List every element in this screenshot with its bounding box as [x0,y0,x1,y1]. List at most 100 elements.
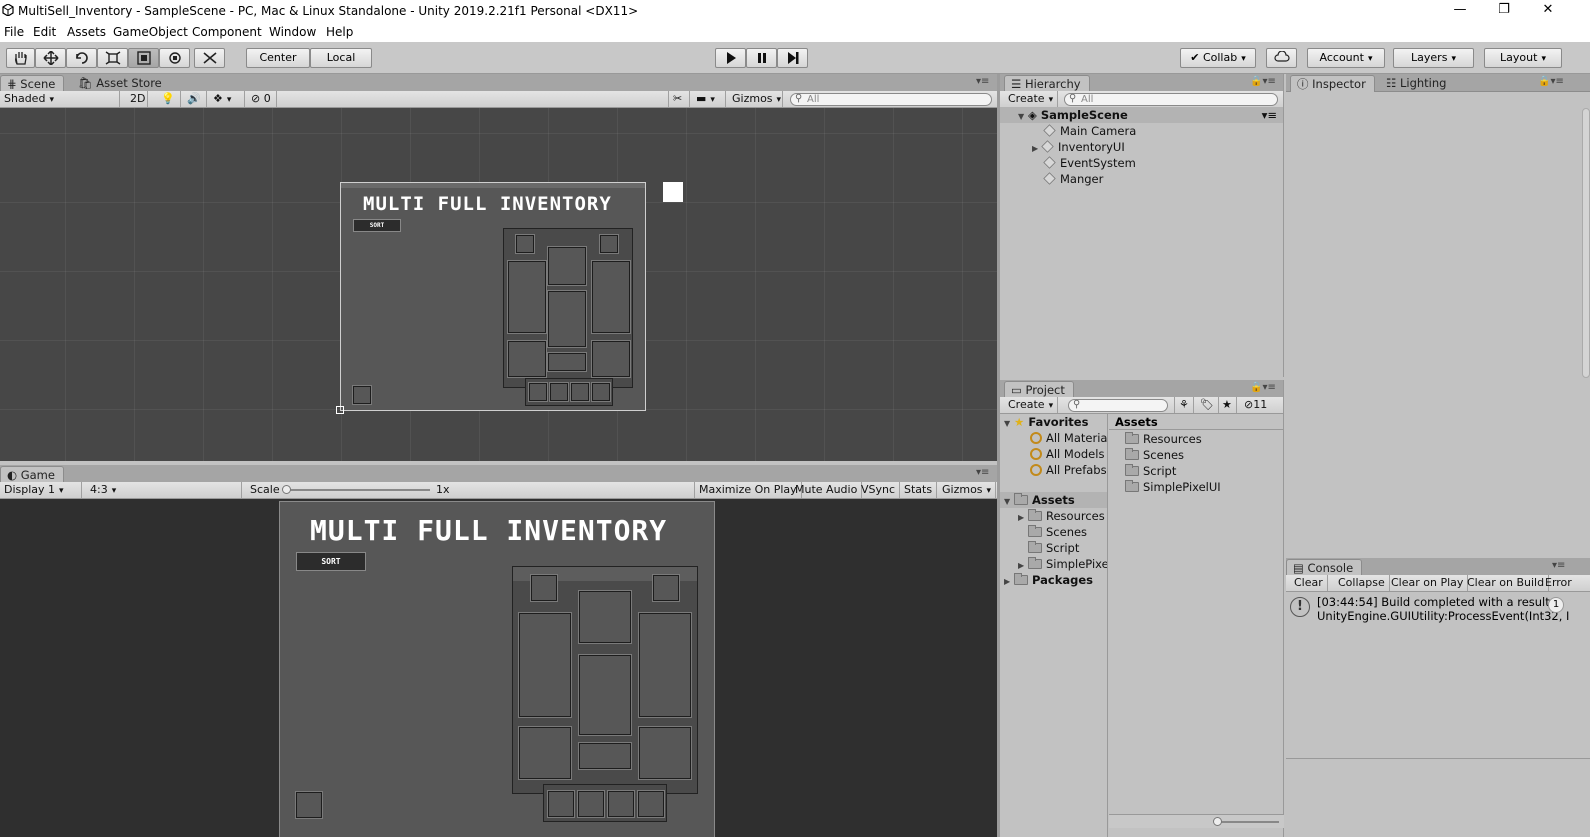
audio-toggle-icon[interactable]: 🔊 [183,91,207,107]
game-inventory-canvas[interactable]: MULTI FULL INVENTORY SORT [279,501,715,837]
console-log-entry[interactable]: ! [03:44:54] Build completed with a resu… [1286,593,1590,625]
toggle-2d-button[interactable]: 2D [126,91,148,107]
account-dropdown[interactable]: Account [1307,48,1385,68]
scene-search-input[interactable]: All [790,93,992,106]
scene-menu-icon[interactable]: ▾≡ [1262,107,1277,123]
asset-folder-row[interactable]: ▶ Resources [1000,508,1107,524]
equip-slot[interactable] [507,340,547,378]
equip-slot[interactable] [578,742,632,770]
favorite-item[interactable]: All Prefabs [1000,462,1107,478]
menu-assets[interactable]: Assets [67,25,106,39]
tab-project[interactable]: ▭ Project [1004,381,1074,398]
panel-menu-icon[interactable]: ▾≡ [976,76,989,87]
equip-slot[interactable] [547,352,587,372]
equip-slot[interactable] [638,726,692,780]
scale-tool-button[interactable] [97,48,128,68]
hierarchy-item[interactable]: EventSystem [1000,155,1283,171]
icon-size-slider-thumb[interactable] [1213,817,1222,826]
icon-size-slider-track[interactable] [1217,821,1279,823]
pause-button[interactable] [746,48,777,68]
favorites-row[interactable]: ▼ ★ Favorites [1000,414,1107,430]
transform-tool-button[interactable] [159,48,190,68]
quick-slot[interactable] [637,790,665,818]
game-corner-slot[interactable] [295,791,323,819]
console-detail-divider[interactable] [1286,758,1590,759]
custom-tool-button[interactable] [194,48,225,68]
equip-slot[interactable] [638,612,692,718]
menu-help[interactable]: Help [326,25,353,39]
scene-sort-button[interactable]: SORT [353,219,401,232]
mute-audio-toggle[interactable]: Mute Audio [791,482,863,498]
maximize-on-play-toggle[interactable]: Maximize On Play [694,482,802,498]
asset-folder-row[interactable]: Scenes [1000,524,1107,540]
game-sort-button[interactable]: SORT [296,552,366,571]
step-button[interactable] [777,48,808,68]
equip-slot[interactable] [530,574,558,602]
lighting-toggle-icon[interactable]: 💡 [157,91,181,107]
hierarchy-item[interactable]: Manger [1000,171,1283,187]
equip-slot[interactable] [518,726,572,780]
favorite-item[interactable]: All Material [1000,430,1107,446]
search-by-type-icon[interactable]: ⚘ [1174,397,1194,413]
game-panel-menu-icon[interactable]: ▾≡ [976,467,989,478]
scene-inventory-canvas[interactable]: MULTI FULL INVENTORY SORT [340,182,646,411]
search-by-label-icon[interactable]: 🏷 [1196,397,1219,413]
inspector-lock-icon[interactable]: 🔒▾≡ [1538,76,1564,87]
equip-slot[interactable] [507,260,547,334]
tab-asset-store[interactable]: 🛍 Asset Store [72,75,170,92]
quick-slot[interactable] [547,790,575,818]
equip-slot[interactable] [547,290,587,348]
equip-slot[interactable] [591,260,631,334]
layers-dropdown[interactable]: Layers [1393,48,1474,68]
equip-slot[interactable] [547,246,587,286]
equip-slot[interactable] [578,654,632,736]
rect-handle[interactable] [336,406,344,414]
asset-list-item[interactable]: Script [1109,463,1284,479]
tab-inspector[interactable]: ⓘ Inspector [1290,75,1375,92]
maximize-button[interactable]: ❐ [1482,0,1526,22]
pivot-center-button[interactable]: Center [246,48,310,68]
hand-tool-button[interactable] [6,48,35,68]
pivot-local-button[interactable]: Local [310,48,372,68]
effects-dropdown[interactable]: ❖ [209,91,245,107]
scale-slider-track[interactable] [286,489,430,491]
menu-edit[interactable]: Edit [33,25,56,39]
console-clear-on-play-toggle[interactable]: Clear on Play [1387,575,1469,591]
tab-scene[interactable]: ⋕ Scene [0,75,65,92]
asset-list-item[interactable]: SimplePixelUI [1109,479,1284,495]
project-create-dropdown[interactable]: Create [1004,397,1059,413]
hierarchy-scene-row[interactable]: ▼ ◈ SampleScene ▾≡ [1000,107,1283,123]
assets-root-row[interactable]: ▼ Assets [1000,492,1107,508]
project-lock-icon[interactable]: 🔒▾≡ [1250,382,1276,393]
hierarchy-item[interactable]: ▶ InventoryUI [1000,139,1283,155]
menu-gameobject[interactable]: GameObject [113,25,188,39]
console-menu-icon[interactable]: ▾≡ [1552,560,1565,571]
quick-slot[interactable] [591,382,611,402]
console-clear-on-build-toggle[interactable]: Clear on Build [1463,575,1550,591]
quick-slot[interactable] [549,382,569,402]
favorite-item[interactable]: All Models [1000,446,1107,462]
favorite-star-icon[interactable]: ★ [1218,397,1237,413]
tab-game[interactable]: ◐ Game [0,466,64,483]
play-button[interactable] [715,48,746,68]
equip-slot[interactable] [599,234,619,254]
game-gizmos-dropdown[interactable]: Gizmos [938,482,997,498]
camera-dropdown[interactable]: ▬ [692,91,726,107]
quick-slot[interactable] [570,382,590,402]
quick-slot[interactable] [528,382,548,402]
menu-file[interactable]: File [4,25,24,39]
stats-toggle[interactable]: Stats [900,482,938,498]
tab-lighting[interactable]: ☷ Lighting [1380,75,1454,92]
quick-slot[interactable] [607,790,635,818]
collab-dropdown[interactable]: ✔ Collab [1180,48,1256,68]
layout-dropdown[interactable]: Layout [1484,48,1562,68]
tab-console[interactable]: ▤ Console [1286,559,1363,576]
minimize-button[interactable]: — [1438,0,1482,22]
console-error-pause-toggle[interactable]: Error [1541,575,1576,591]
packages-row[interactable]: ▶ Packages [1000,572,1107,588]
scene-viewport[interactable]: MULTI FULL INVENTORY SORT [0,108,997,461]
shading-dropdown[interactable]: Shaded [0,91,120,107]
vsync-toggle[interactable]: VSync [857,482,901,498]
quick-slot[interactable] [577,790,605,818]
game-viewport[interactable]: MULTI FULL INVENTORY SORT [0,499,997,837]
